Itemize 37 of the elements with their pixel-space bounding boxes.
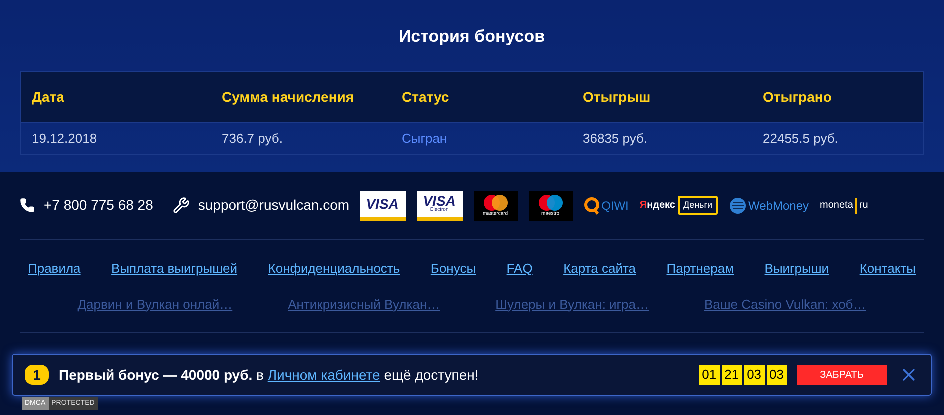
- timer-digits: 21: [722, 365, 742, 385]
- claim-button[interactable]: ЗАБРАТЬ: [797, 365, 887, 385]
- timer-digits: 03: [744, 365, 765, 385]
- banner-message: Первый бонус — 40000 руб. в Личном кабинете ещё доступен!: [59, 366, 479, 385]
- footer-link[interactable]: FAQ: [506, 259, 533, 278]
- footer-link[interactable]: Правила: [28, 259, 81, 278]
- footer-link[interactable]: Конфиденциальность: [268, 259, 400, 278]
- column-header: Отыгрыш: [583, 88, 651, 107]
- timer-digits: 03: [766, 365, 787, 385]
- visa-logo: VISA: [360, 190, 406, 220]
- phone-number: +7 800 775 68 28: [44, 196, 154, 215]
- status-text: Сыгран: [402, 130, 448, 148]
- table-cell-text: 36835 руб.: [583, 130, 648, 148]
- footer-link[interactable]: Контакты: [860, 259, 916, 278]
- footer-link[interactable]: Партнерам: [666, 259, 734, 278]
- table-cell-text: 19.12.2018: [32, 130, 98, 148]
- footer-link[interactable]: Бонусы: [430, 259, 476, 278]
- footer-link[interactable]: Выплата выигрышей: [112, 259, 238, 278]
- footer-link[interactable]: Выигрыши: [764, 259, 830, 278]
- column-header: Дата: [32, 88, 64, 107]
- timer-digits: 01: [699, 365, 720, 385]
- column-header: Сумма начисления: [222, 88, 354, 107]
- piggy-badge-icon: 1: [25, 365, 49, 385]
- column-header: Отыграно: [763, 88, 832, 107]
- tools-icon: [173, 197, 190, 214]
- support-email: support@rusvulcan.com: [198, 196, 350, 215]
- table-cell-text: 22455.5 руб.: [763, 130, 838, 148]
- yandex-money-logo: Яндекс Деньги: [640, 196, 718, 216]
- qiwi-logo: QIWI: [584, 196, 629, 214]
- account-link[interactable]: Личном кабинете: [268, 366, 380, 382]
- moneta-logo: moneta ru: [820, 198, 868, 214]
- section-title: История бонусов: [398, 26, 546, 46]
- table-cell-text: 736.7 руб.: [222, 130, 283, 148]
- column-header: Статус: [402, 88, 450, 107]
- webmoney-logo: WebMoney: [728, 196, 810, 214]
- phone-icon: [20, 198, 35, 213]
- footer-link[interactable]: Карта сайта: [564, 259, 636, 278]
